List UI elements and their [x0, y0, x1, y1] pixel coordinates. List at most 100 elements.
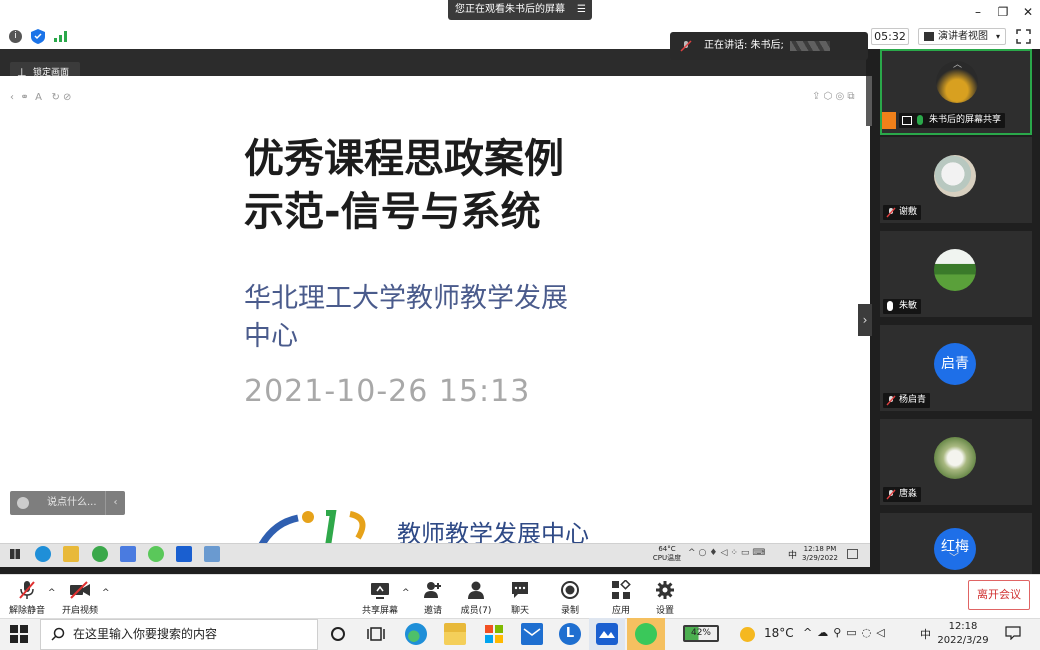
panel-toggle-button[interactable]: › — [858, 304, 872, 336]
slide-subtitle: 华北理工大学教师教学发展 中心 — [244, 280, 644, 356]
scrollbar-thumb[interactable] — [866, 76, 872, 126]
logo-text: 教师教学发展中心 — [397, 520, 589, 543]
notification-icon[interactable] — [1005, 626, 1021, 640]
shared-app-icon — [120, 546, 136, 562]
shared-store-icon — [204, 546, 220, 562]
search-icon — [51, 627, 65, 641]
mail-icon[interactable] — [521, 623, 543, 645]
info-icon[interactable]: i — [9, 30, 22, 43]
start-video-button[interactable]: 开启视频 — [54, 578, 106, 616]
chat-icon — [512, 582, 528, 598]
search-placeholder: 在这里输入你要搜索的内容 — [73, 627, 218, 641]
host-icon — [882, 112, 896, 129]
viewing-banner-text: 您正在观看朱书后的屏幕 — [455, 4, 565, 15]
system-clock[interactable]: 12:18 2022/3/29 — [937, 620, 989, 648]
minimize-button[interactable]: – — [970, 4, 986, 20]
cpu-temp-label: CPU温度 — [652, 554, 682, 562]
zoom-meeting-window: 您正在观看朱书后的屏幕 ☰ – ❐ ✕ i ⊥ 锁定画面 正在讲话: 朱书后; … — [0, 0, 1040, 650]
shared-browser-icon — [92, 546, 108, 562]
sun-icon — [740, 627, 755, 642]
mic-muted-icon — [19, 581, 35, 599]
grid-view-icon — [924, 32, 934, 41]
battery-indicator[interactable]: 42% — [683, 625, 719, 642]
slide-title-line1: 优秀课程思政案例 — [244, 136, 564, 182]
taskbar-search-input[interactable]: 在这里输入你要搜索的内容 — [40, 619, 318, 650]
share-screen-icon — [371, 583, 389, 599]
speaking-indicator: 正在讲话: 朱书后; — [670, 32, 868, 60]
shared-start-icon — [10, 549, 20, 559]
share-screen-button[interactable]: 共享屏幕 — [354, 578, 406, 616]
tid-logo-icon — [258, 508, 388, 543]
edge-icon[interactable] — [405, 623, 427, 645]
collapse-icon[interactable]: ‹ — [105, 491, 125, 515]
shared-tray-icons: ^○♦◁⁘▭⌨ — [688, 548, 769, 558]
tencent-meeting-icon[interactable] — [596, 623, 618, 645]
close-button[interactable]: ✕ — [1020, 4, 1036, 20]
participant-name-text: 谢敷 — [899, 207, 918, 217]
chat-input[interactable]: 说点什么... ‹ — [10, 491, 125, 515]
viewing-banner[interactable]: 您正在观看朱书后的屏幕 ☰ — [448, 0, 592, 20]
weather-widget[interactable]: 18°C — [740, 626, 794, 642]
avatar: 启青 — [934, 343, 976, 385]
settings-label: 设置 — [655, 606, 674, 616]
settings-button[interactable]: 设置 — [639, 578, 691, 616]
browser-action-icons: ⇪ ⬡ ◎ ⧉ — [812, 91, 855, 102]
participant-name-text: 杨启青 — [899, 395, 927, 405]
cpu-temp-widget: 64°C CPU温度 — [652, 545, 682, 563]
clock-date: 2022/3/29 — [937, 635, 989, 646]
speaking-text: 正在讲话: 朱书后; — [704, 40, 784, 51]
lark-icon[interactable]: L — [559, 623, 581, 645]
participant-tile[interactable]: 朱敏 — [880, 231, 1032, 317]
maximize-button[interactable]: ❐ — [995, 4, 1011, 20]
slide-title-line2: 示范-信号与系统 — [244, 189, 541, 235]
participant-name: 谢敷 — [883, 205, 922, 220]
chevron-down-icon[interactable]: ﹀ — [949, 549, 959, 564]
system-tray-icons[interactable]: ^☁⚲▭◌◁ — [803, 626, 921, 639]
gear-icon — [656, 581, 674, 599]
store-icon[interactable] — [483, 623, 505, 645]
chevron-up-icon[interactable]: ^ — [102, 588, 110, 598]
screen-share-icon — [902, 116, 912, 125]
emoji-icon[interactable] — [17, 497, 29, 509]
chat-button[interactable]: 聊天 — [494, 578, 546, 616]
chat-placeholder: 说点什么... — [47, 497, 97, 508]
task-view-icon[interactable] — [365, 623, 387, 645]
slide-subtitle-line2: 中心 — [244, 321, 298, 352]
record-icon — [561, 581, 579, 599]
shield-icon[interactable] — [31, 29, 45, 44]
chevron-up-icon[interactable]: ︿ — [953, 57, 962, 70]
participant-tile[interactable]: 启青 杨启青 — [880, 325, 1032, 411]
participant-tile[interactable]: 唐淼 — [880, 419, 1032, 505]
view-mode-dropdown[interactable]: 演讲者视图 ▾ — [918, 28, 1006, 45]
avatar — [934, 437, 976, 479]
shared-wechat-icon — [148, 546, 164, 562]
avatar — [934, 249, 976, 291]
participant-tile[interactable]: 红梅 ﹀ — [880, 513, 1032, 574]
menu-icon[interactable]: ☰ — [577, 0, 586, 20]
mic-muted-icon — [886, 395, 896, 406]
presentation-slide: ‹ ⚭ A ↻ ⊘ ⇪ ⬡ ◎ ⧉ 优秀课程思政案例 示范-信号与系统 华北理工… — [0, 76, 870, 543]
windows-start-icon[interactable] — [10, 625, 28, 643]
wechat-icon[interactable] — [635, 623, 657, 645]
start-video-label: 开启视频 — [61, 606, 98, 616]
participant-name-text: 朱敏 — [899, 301, 918, 311]
shared-edge-icon — [35, 546, 51, 562]
unmute-button[interactable]: 解除静音 — [1, 578, 53, 616]
shared-clock: 12:18 PM 3/29/2022 — [800, 545, 840, 563]
participant-name-text: 唐淼 — [899, 489, 918, 499]
cortana-icon[interactable] — [327, 623, 349, 645]
signal-icon[interactable] — [54, 31, 67, 42]
leave-meeting-button[interactable]: 离开会议 — [968, 580, 1030, 610]
participant-tile[interactable]: 谢敷 — [880, 137, 1032, 223]
members-icon — [468, 581, 484, 599]
file-explorer-icon[interactable] — [444, 623, 466, 645]
fullscreen-icon[interactable] — [1016, 29, 1031, 44]
camera-off-icon — [70, 581, 90, 599]
mic-muted-icon — [680, 40, 692, 52]
chat-label: 聊天 — [510, 606, 529, 616]
ime-indicator[interactable]: 中 — [920, 626, 931, 642]
mic-muted-icon — [886, 207, 896, 218]
participant-name: 唐淼 — [883, 487, 922, 502]
record-button[interactable]: 录制 — [544, 578, 596, 616]
participant-tile[interactable]: ︿ 朱书后的屏幕共享 — [880, 49, 1032, 135]
